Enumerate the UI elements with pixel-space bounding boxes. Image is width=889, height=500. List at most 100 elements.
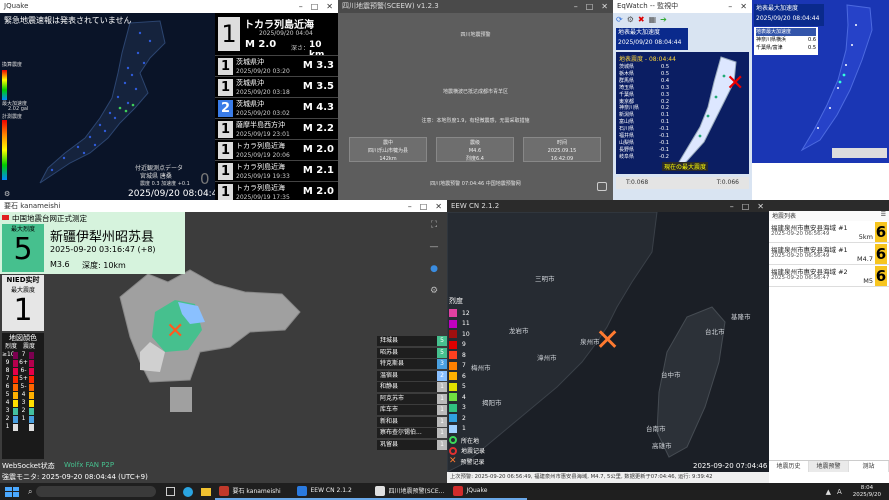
close-icon[interactable]: ✕ bbox=[435, 200, 442, 213]
refresh-icon[interactable]: ⟳ bbox=[616, 15, 623, 24]
quake-history-row[interactable]: 2 茨城県沖 2025/09/20 03:02 M 4.3 bbox=[215, 97, 338, 118]
box1-extra: 142km bbox=[379, 156, 397, 162]
county-row[interactable]: 新和县 1 bbox=[377, 416, 447, 427]
nied-max-value: 1 bbox=[13, 293, 33, 328]
maximize-icon[interactable]: □ bbox=[311, 0, 319, 13]
taskbar-app[interactable]: EEW CN 2.1.2 bbox=[293, 483, 372, 500]
legend-level: 12 bbox=[462, 309, 470, 317]
eqwatch-status: T:0.068 T:0.066 bbox=[616, 177, 749, 189]
taskbar: ⌕ 要石 kanameishi EEW CN 2.1.2 四川地震预警(SCE...… bbox=[0, 483, 889, 500]
quake-list-item[interactable]: 福建泉州市惠安县海域 #1 2025-09-20 06:56:49 5km 6 bbox=[769, 221, 889, 243]
right-r2-val: 0.5 bbox=[808, 45, 816, 51]
maximize-icon[interactable]: □ bbox=[742, 200, 750, 213]
legend-level: 4 bbox=[462, 393, 466, 401]
nied-title: NIED实时 bbox=[6, 276, 40, 284]
scale-swatch-2 bbox=[29, 415, 34, 423]
county-row[interactable]: 和静县 1 bbox=[377, 382, 447, 392]
city-label: 龙岩市 bbox=[509, 327, 529, 335]
county-row[interactable]: 特克斯县 3 bbox=[377, 359, 447, 369]
arrow-icon[interactable]: ➔ bbox=[660, 15, 667, 24]
search-box[interactable] bbox=[36, 486, 157, 497]
legend-swatch bbox=[449, 330, 457, 339]
quake-history-row[interactable]: 1 薩摩半島西方沖 2025/09/19 23:01 M 2.2 bbox=[215, 118, 338, 139]
windows-start-icon[interactable] bbox=[5, 486, 19, 497]
taskbar-app[interactable]: JQuake bbox=[449, 483, 528, 500]
quake-list-item[interactable]: 福建泉州市惠安县海域 #2 2025-09-20 06:56:47 M5 6 bbox=[769, 265, 889, 287]
quake-list-item[interactable]: 福建泉州市惠安县海域 #1 2025-09-20 06:56:49 M4.7 6 bbox=[769, 243, 889, 265]
county-row[interactable]: 温宿县 2 bbox=[377, 370, 447, 381]
edge-icon[interactable] bbox=[183, 486, 194, 497]
minus-icon[interactable]: — bbox=[430, 242, 439, 252]
quake-history-row[interactable]: 1 トカラ列島近海 2025/09/19 17:35 M 2.0 bbox=[215, 181, 338, 200]
legend-row: 11 bbox=[449, 319, 485, 330]
settings-icon[interactable]: ⚙ bbox=[627, 15, 634, 24]
close-icon[interactable]: ✕ bbox=[740, 0, 747, 13]
row-mag: M 2.1 bbox=[302, 165, 334, 176]
close-icon[interactable]: ✕ bbox=[326, 0, 333, 13]
taskview-icon[interactable] bbox=[166, 487, 176, 496]
taskbar-app[interactable]: 四川地震预警(SCE... bbox=[371, 483, 450, 500]
county-row[interactable]: 察布查尔锡伯... 1 bbox=[377, 428, 447, 438]
camera-icon[interactable] bbox=[597, 182, 607, 191]
close-icon[interactable]: ✕ bbox=[757, 200, 764, 213]
list-tab[interactable]: 测站 bbox=[849, 461, 889, 472]
close-icon[interactable]: ✕ bbox=[601, 0, 608, 13]
legend-row: 2 bbox=[449, 413, 485, 424]
stop-icon[interactable]: ✖ bbox=[638, 15, 645, 24]
right-header: 地表最大加速度 2025/09/20 08:04:44 bbox=[754, 4, 824, 26]
city-label: 三明市 bbox=[535, 275, 555, 283]
menu-icon[interactable]: ☰ bbox=[881, 211, 886, 221]
list-top-bar bbox=[769, 200, 889, 211]
scale-swatch-2 bbox=[29, 407, 34, 415]
tray-wifi-icon[interactable]: ▲ bbox=[826, 488, 831, 496]
list-tab[interactable]: 地震历史 bbox=[769, 461, 809, 472]
settings-icon[interactable]: ⚙ bbox=[430, 286, 438, 296]
taskbar-app[interactable]: 要石 kanameishi bbox=[215, 483, 294, 500]
scale-jp: 4 bbox=[21, 391, 26, 398]
gear-icon[interactable]: ⚙ bbox=[4, 190, 10, 198]
cenc-card: 中国地震台网正式测定 最大烈度 5 新疆伊犁州昭苏县 2025-09-20 03… bbox=[0, 212, 185, 274]
quake-history-row[interactable]: 1 トカラ列島近海 2025/09/19 19:33 M 2.1 bbox=[215, 160, 338, 181]
quake-list-window: 地震列表 ☰ 福建泉州市惠安县海域 #1 2025-09-20 06:56:49… bbox=[769, 200, 889, 483]
info-icon[interactable]: ▦ bbox=[649, 15, 657, 24]
legend-swatch bbox=[449, 309, 457, 318]
main-quake-card[interactable]: 1 トカラ列島近海 2025/09/20 04:04 M 2.0 深さ： 10 … bbox=[215, 13, 338, 60]
search-icon[interactable]: ⌕ bbox=[28, 487, 32, 497]
quake-history-row[interactable]: 1 茨城県沖 2025/09/20 03:20 M 3.3 bbox=[215, 55, 338, 76]
quake-time: 2025-09-20 03:16:47 (+8) bbox=[50, 245, 156, 254]
explorer-icon[interactable] bbox=[201, 487, 212, 496]
list-header: 地震列表 ☰ bbox=[769, 211, 889, 221]
eqwatch-hdr1: 地表最大加速度 bbox=[618, 29, 661, 36]
quake-history-row[interactable]: 1 トカラ列島近海 2025/09/19 20:06 M 2.0 bbox=[215, 139, 338, 160]
minimize-icon[interactable]: – bbox=[728, 0, 732, 13]
scale-cn: 9 bbox=[5, 359, 10, 366]
scale-jp: 1 bbox=[21, 415, 26, 422]
maximize-icon[interactable]: □ bbox=[420, 200, 428, 213]
county-row[interactable]: 拜城县 5 bbox=[377, 336, 447, 346]
county-intensity: 1 bbox=[437, 405, 447, 415]
tray-clock[interactable]: 8:04 2025/9/20 bbox=[853, 485, 881, 499]
fullscreen-icon[interactable]: ⛶ bbox=[431, 220, 437, 230]
row-location: 茨城県沖 bbox=[236, 79, 264, 87]
county-intensity: 3 bbox=[437, 359, 447, 369]
list-tab[interactable]: 地震预警 bbox=[809, 461, 849, 472]
county-row[interactable]: 昭苏县 5 bbox=[377, 347, 447, 358]
fujian-map[interactable]: ✕ bbox=[447, 212, 769, 483]
tray-lang[interactable]: A bbox=[837, 488, 842, 496]
minimize-icon[interactable]: – bbox=[299, 0, 303, 13]
county-row[interactable]: 巩留县 1 bbox=[377, 439, 447, 450]
row-mag: M 3.5 bbox=[302, 81, 334, 92]
maximize-icon[interactable]: □ bbox=[586, 0, 594, 13]
county-row[interactable]: 阿克苏市 1 bbox=[377, 393, 447, 404]
county-row[interactable]: 库车市 1 bbox=[377, 405, 447, 415]
minimize-icon[interactable]: – bbox=[408, 200, 412, 213]
minimize-icon[interactable]: – bbox=[730, 200, 734, 213]
record-icon bbox=[449, 446, 457, 455]
minimize-icon[interactable]: – bbox=[574, 0, 578, 13]
legend-level: 7 bbox=[462, 362, 466, 370]
quake-history-row[interactable]: 1 茨城県沖 2025/09/20 03:18 M 3.5 bbox=[215, 76, 338, 97]
item-intensity: 6 bbox=[875, 222, 887, 242]
sichuan-title: 四川地震预警(SCEEW) v1.2.3 bbox=[342, 2, 439, 10]
right-r1-val: 0.6 bbox=[808, 37, 816, 43]
info-icon[interactable]: ● bbox=[430, 264, 438, 274]
